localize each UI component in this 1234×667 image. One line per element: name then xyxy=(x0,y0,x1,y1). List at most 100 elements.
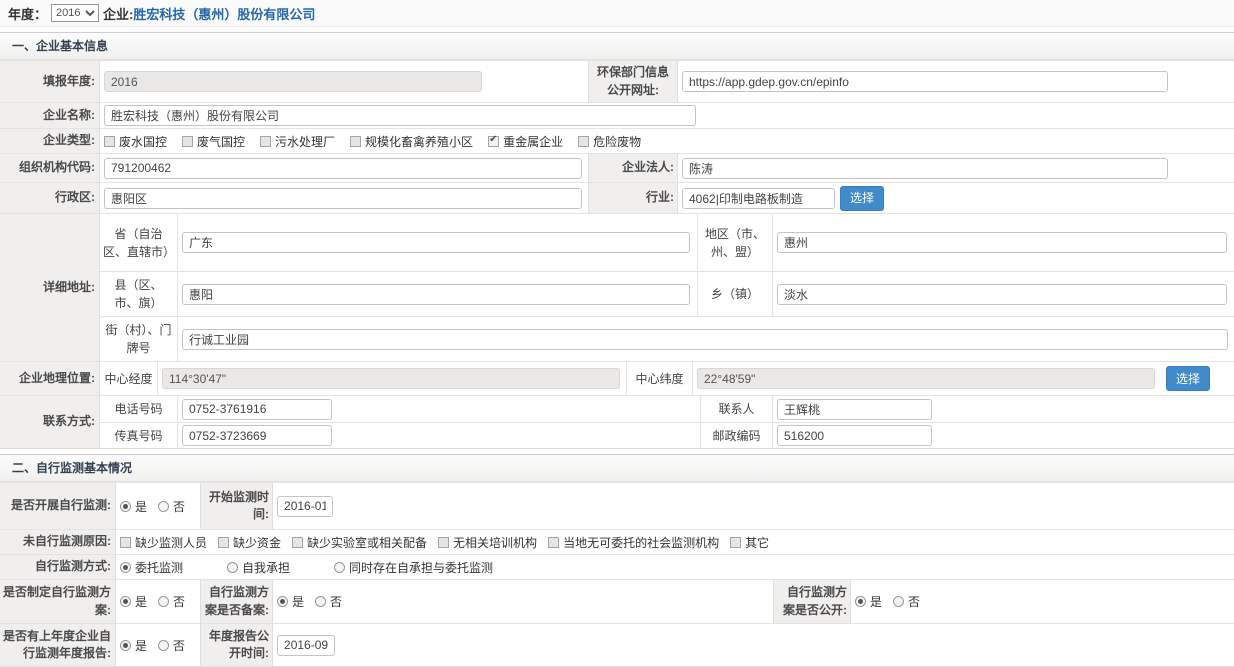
longitude-input[interactable] xyxy=(162,368,620,389)
row-company-name: 企业名称: xyxy=(0,102,1234,128)
address-subtable: 省（自治区、直辖市） 地区（市、州、盟） 县（区、市、旗） 乡（镇） xyxy=(100,214,1234,361)
no-monitoring-reason-label: 未自行监测原因: xyxy=(0,530,116,554)
company-name-input[interactable] xyxy=(104,105,696,126)
contact-person-input[interactable] xyxy=(777,399,932,420)
checkbox-mark-icon xyxy=(120,537,131,548)
radio-mark-icon xyxy=(158,640,169,651)
radio-option[interactable]: 否 xyxy=(158,593,185,610)
checkbox-option[interactable]: 废水国控 xyxy=(104,133,167,150)
option-label: 废水国控 xyxy=(119,133,167,150)
radio-option[interactable]: 同时存在自承担与委托监测 xyxy=(334,559,493,576)
checkbox-option[interactable]: 缺少资金 xyxy=(218,534,281,551)
checkbox-option[interactable]: 无相关培训机构 xyxy=(438,534,537,551)
company-type-options: 废水国控废气国控 污水处理厂规模化畜禽养殖小区 重金属企业危险废物 xyxy=(100,129,1234,153)
has-plan-options: 是否 xyxy=(116,580,200,623)
street-input[interactable] xyxy=(182,329,1228,350)
org-code-input[interactable] xyxy=(104,158,582,179)
fax-label: 传真号码 xyxy=(100,423,178,448)
radio-mark-icon xyxy=(158,501,169,512)
report-public-time-input[interactable] xyxy=(277,635,335,656)
option-label: 否 xyxy=(330,593,342,610)
start-time-input[interactable] xyxy=(277,496,333,517)
latitude-input[interactable] xyxy=(697,368,1155,389)
radio-option[interactable]: 是 xyxy=(855,593,882,610)
industry-select-button[interactable]: 选择 xyxy=(840,186,884,211)
radio-mark-icon xyxy=(120,501,131,512)
contact-row-fax: 传真号码 邮政编码 xyxy=(100,422,1234,448)
section2-title: 二、自行监测基本情况 xyxy=(0,454,1234,482)
self-monitoring-label: 是否开展自行监测: xyxy=(0,483,116,529)
district-label: 行政区: xyxy=(0,183,100,213)
option-label: 自我承担 xyxy=(242,559,290,576)
row-contact: 联系方式: 电话号码 联系人 传真号码 邮政编码 xyxy=(0,395,1234,448)
option-label: 污水处理厂 xyxy=(275,133,335,150)
radio-option[interactable]: 自我承担 xyxy=(227,559,290,576)
env-url-label: 环保部门信息公开网址: xyxy=(588,61,678,102)
town-cell xyxy=(773,272,1234,316)
option-label: 当地无可委托的社会监测机构 xyxy=(563,534,719,551)
latitude-cell: 选择 xyxy=(693,362,1234,395)
checkbox-option[interactable]: 当地无可委托的社会监测机构 xyxy=(548,534,719,551)
radio-option[interactable]: 是 xyxy=(120,498,147,515)
county-cell xyxy=(178,272,697,316)
checkbox-option[interactable]: 污水处理厂 xyxy=(260,133,335,150)
radio-mark-icon xyxy=(334,562,345,573)
option-label: 其它 xyxy=(745,534,769,551)
checkbox-option[interactable]: 其它 xyxy=(730,534,769,551)
industry-cell: 选择 xyxy=(678,183,1234,213)
radio-option[interactable]: 否 xyxy=(158,637,185,654)
county-label: 县（区、市、旗） xyxy=(100,272,178,316)
checkbox-mark-icon xyxy=(488,136,499,147)
address-row-county: 县（区、市、旗） 乡（镇） xyxy=(100,271,1234,316)
phone-label: 电话号码 xyxy=(100,396,178,422)
province-input[interactable] xyxy=(182,232,690,253)
row-company-type: 企业类型: 废水国控废气国控污水处理厂规模化畜禽养殖小区重金属企业危险废物 xyxy=(0,128,1234,153)
checkbox-option[interactable]: 缺少实验室或相关配备 xyxy=(292,534,427,551)
radio-option[interactable]: 是 xyxy=(120,593,147,610)
contact-person-cell xyxy=(773,396,1234,422)
checkbox-option[interactable]: 废气国控 xyxy=(182,133,245,150)
option-label: 重金属企业 xyxy=(503,133,563,150)
start-time-cell xyxy=(273,483,1234,529)
report-year-input[interactable] xyxy=(104,71,482,92)
row-annual-report: 是否有上年度企业自行监测年度报告: 是否 年度报告公开时间: xyxy=(0,623,1234,666)
env-url-input[interactable] xyxy=(682,71,1168,92)
legal-person-input[interactable] xyxy=(682,158,1168,179)
radio-option[interactable]: 否 xyxy=(315,593,342,610)
district-input[interactable] xyxy=(104,188,582,209)
report-year-label: 填报年度: xyxy=(0,61,100,102)
radio-option[interactable]: 委托监测 xyxy=(120,559,183,576)
checkbox-option[interactable]: 缺少监测人员 xyxy=(120,534,207,551)
checkbox-option[interactable]: 危险废物 xyxy=(578,133,641,150)
option-label: 否 xyxy=(173,498,185,515)
industry-input[interactable] xyxy=(682,188,835,209)
checkbox-mark-icon xyxy=(104,136,115,147)
company-name-link[interactable]: 胜宏科技（惠州）股份有限公司 xyxy=(133,4,315,23)
checkbox-mark-icon xyxy=(260,136,271,147)
radio-option[interactable]: 是 xyxy=(277,593,304,610)
town-input[interactable] xyxy=(777,284,1227,305)
geo-label: 企业地理位置: xyxy=(0,362,100,395)
radio-option[interactable]: 否 xyxy=(893,593,920,610)
radio-mark-icon xyxy=(315,596,326,607)
geo-select-button[interactable]: 选择 xyxy=(1166,366,1210,391)
county-input[interactable] xyxy=(182,284,690,305)
option-label: 同时存在自承担与委托监测 xyxy=(349,559,493,576)
org-code-cell xyxy=(100,154,588,182)
radio-option[interactable]: 否 xyxy=(158,498,185,515)
option-label: 缺少监测人员 xyxy=(135,534,207,551)
year-select[interactable]: 2016 xyxy=(51,4,99,22)
option-label: 否 xyxy=(173,637,185,654)
monitoring-mode-options: 委托监测 自我承担 同时存在自承担与委托监测 xyxy=(116,555,1234,579)
checkbox-option[interactable]: 重金属企业 xyxy=(488,133,563,150)
zip-input[interactable] xyxy=(777,425,932,446)
option-label: 委托监测 xyxy=(135,559,183,576)
legal-person-cell xyxy=(678,154,1234,182)
radio-mark-icon xyxy=(120,562,131,573)
phone-input[interactable] xyxy=(182,399,332,420)
checkbox-option[interactable]: 规模化畜禽养殖小区 xyxy=(350,133,473,150)
city-input[interactable] xyxy=(777,232,1227,253)
row-monitoring-mode: 自行监测方式: 委托监测自我承担同时存在自承担与委托监测 xyxy=(0,554,1234,579)
radio-option[interactable]: 是 xyxy=(120,637,147,654)
fax-input[interactable] xyxy=(182,425,332,446)
